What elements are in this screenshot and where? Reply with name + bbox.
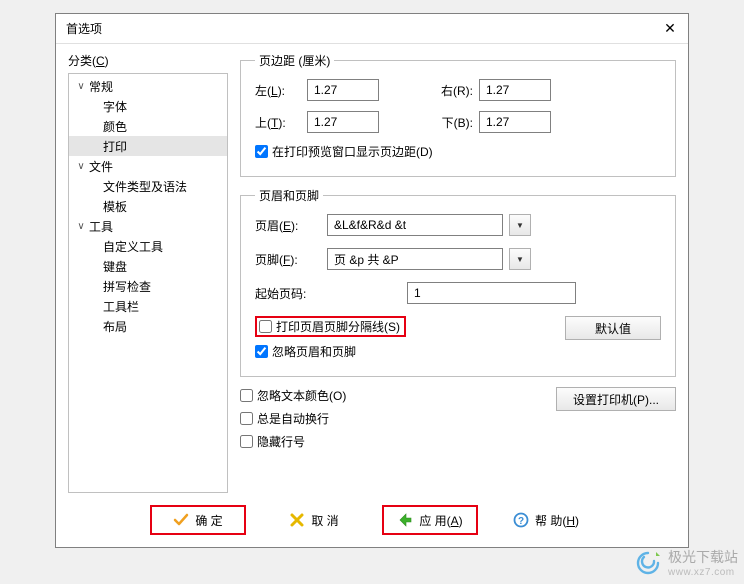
always-wrap-checkbox[interactable]: 总是自动换行 xyxy=(240,410,346,427)
category-tree[interactable]: ∨常规 字体 颜色 打印 ∨文件 文件类型及语法 模板 xyxy=(68,73,228,493)
header-label: 页眉(E): xyxy=(255,217,327,234)
margin-bottom-input[interactable] xyxy=(479,111,551,133)
triangle-down-icon: ▼ xyxy=(516,221,524,230)
dialog-title: 首选项 xyxy=(66,20,102,37)
margins-fieldset: 页边距 (厘米) 左(L): 右(R): 上(T): 下(B): 在打印预览窗口… xyxy=(240,52,676,177)
margin-top-input[interactable] xyxy=(307,111,379,133)
tree-item-color[interactable]: 颜色 xyxy=(69,116,227,136)
ignore-headerfooter-check[interactable] xyxy=(255,345,268,358)
ignore-textcolor-checkbox[interactable]: 忽略文本颜色(O) xyxy=(240,387,346,404)
svg-text:?: ? xyxy=(518,516,524,527)
category-heading: 分类(C) xyxy=(68,52,228,69)
tree-item-filetypes[interactable]: 文件类型及语法 xyxy=(69,176,227,196)
footer-dropdown-button[interactable]: ▼ xyxy=(509,248,531,270)
triangle-down-icon: ▼ xyxy=(516,255,524,264)
headerfooter-fieldset: 页眉和页脚 页眉(E): ▼ 页脚(F): ▼ 起始页码: xyxy=(240,187,676,377)
content-panel: 页边距 (厘米) 左(L): 右(R): 上(T): 下(B): 在打印预览窗口… xyxy=(228,52,676,493)
tree-item-templates[interactable]: 模板 xyxy=(69,196,227,216)
ok-button[interactable]: 确 定 xyxy=(150,505,246,535)
tree-item-customtools[interactable]: 自定义工具 xyxy=(69,236,227,256)
apply-button[interactable]: 应 用(A) xyxy=(382,505,478,535)
hide-lineno-checkbox[interactable]: 隐藏行号 xyxy=(240,433,346,450)
tree-item-toolbar[interactable]: 工具栏 xyxy=(69,296,227,316)
startpage-label: 起始页码: xyxy=(255,285,327,302)
margin-top-label: 上(T): xyxy=(255,114,307,131)
tree-item-spellcheck[interactable]: 拼写检查 xyxy=(69,276,227,296)
margin-right-input[interactable] xyxy=(479,79,551,101)
dialog-footer: 确 定 取 消 应 用(A) ? 帮 助(H) xyxy=(56,493,688,547)
hide-lineno-check[interactable] xyxy=(240,435,253,448)
tree-item-general[interactable]: ∨常规 xyxy=(69,76,227,96)
cross-icon xyxy=(289,512,305,528)
tree-item-keyboard[interactable]: 键盘 xyxy=(69,256,227,276)
set-printer-button[interactable]: 设置打印机(P)... xyxy=(556,387,676,411)
titlebar: 首选项 ✕ xyxy=(56,14,688,44)
tree-item-file[interactable]: ∨文件 xyxy=(69,156,227,176)
startpage-input[interactable] xyxy=(407,282,576,304)
check-icon xyxy=(173,512,189,528)
watermark-icon xyxy=(634,549,662,577)
margin-left-input[interactable] xyxy=(307,79,379,101)
margins-legend: 页边距 (厘米) xyxy=(255,52,334,69)
header-dropdown-button[interactable]: ▼ xyxy=(509,214,531,236)
print-separator-checkbox[interactable]: 打印页眉页脚分隔线(S) xyxy=(255,316,406,337)
margin-right-label: 右(R): xyxy=(407,82,479,99)
category-sidebar: 分类(C) ∨常规 字体 颜色 打印 ∨文件 文件 xyxy=(68,52,228,493)
tree-item-tools[interactable]: ∨工具 xyxy=(69,216,227,236)
watermark: 极光下载站 www.xz7.com xyxy=(634,547,738,578)
header-input[interactable] xyxy=(327,214,503,236)
arrow-left-icon xyxy=(397,512,413,528)
always-wrap-check[interactable] xyxy=(240,412,253,425)
help-icon: ? xyxy=(513,512,529,528)
footer-input[interactable] xyxy=(327,248,503,270)
default-button[interactable]: 默认值 xyxy=(565,316,661,340)
print-separator-check[interactable] xyxy=(259,320,272,333)
preview-margin-checkbox[interactable]: 在打印预览窗口显示页边距(D) xyxy=(255,143,661,160)
headerfooter-legend: 页眉和页脚 xyxy=(255,187,323,204)
chevron-down-icon: ∨ xyxy=(75,81,87,92)
close-icon[interactable]: ✕ xyxy=(662,21,678,37)
chevron-down-icon: ∨ xyxy=(75,161,87,172)
preferences-dialog: 首选项 ✕ 分类(C) ∨常规 字体 颜色 打印 xyxy=(55,13,689,548)
tree-item-layout[interactable]: 布局 xyxy=(69,316,227,336)
tree-item-print[interactable]: 打印 xyxy=(69,136,227,156)
preview-margin-check[interactable] xyxy=(255,145,268,158)
margin-bottom-label: 下(B): xyxy=(407,114,479,131)
margin-left-label: 左(L): xyxy=(255,82,307,99)
cancel-button[interactable]: 取 消 xyxy=(266,505,362,535)
help-button[interactable]: ? 帮 助(H) xyxy=(498,505,594,535)
ignore-headerfooter-checkbox[interactable]: 忽略页眉和页脚 xyxy=(255,343,406,360)
chevron-down-icon: ∨ xyxy=(75,221,87,232)
footer-label: 页脚(F): xyxy=(255,251,327,268)
tree-item-font[interactable]: 字体 xyxy=(69,96,227,116)
ignore-textcolor-check[interactable] xyxy=(240,389,253,402)
